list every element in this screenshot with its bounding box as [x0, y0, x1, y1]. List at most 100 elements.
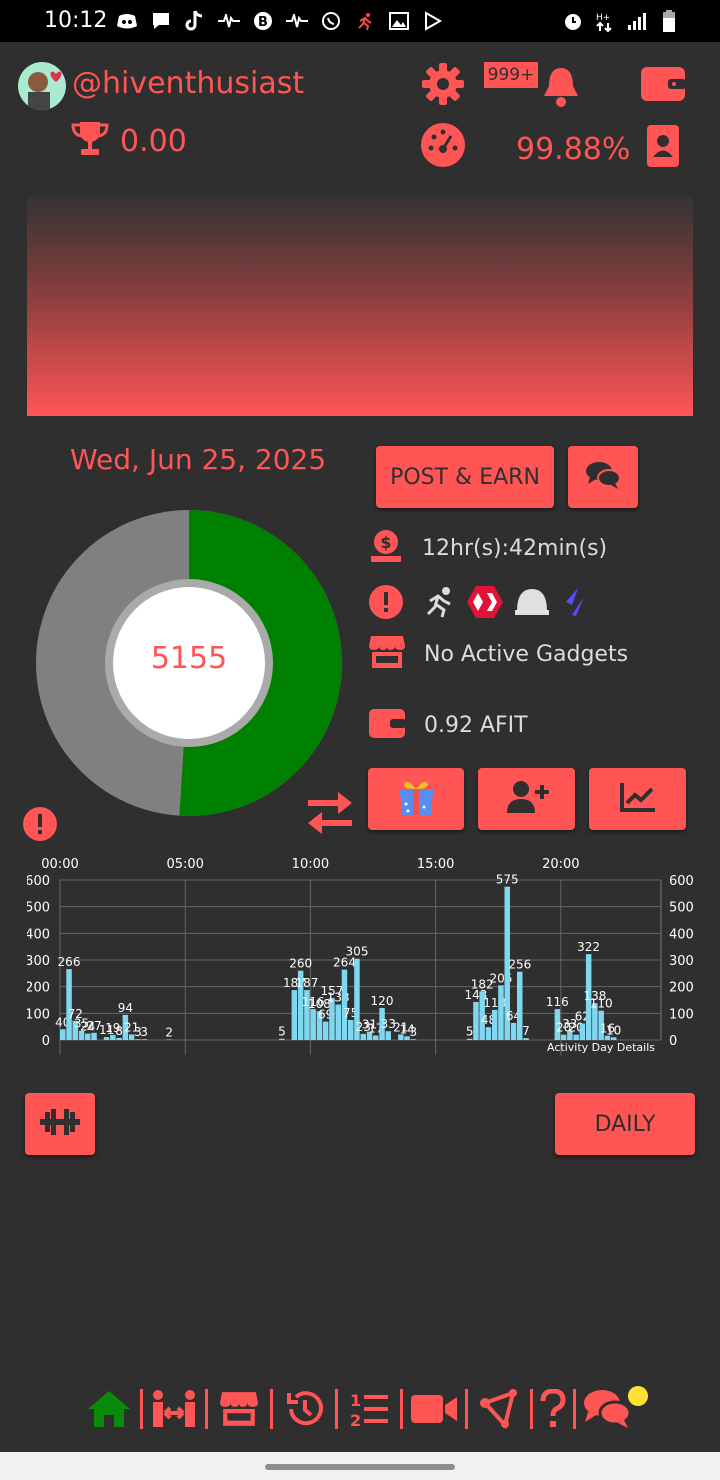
chat-icon: [585, 460, 621, 494]
bottom-nav: 12: [78, 1384, 638, 1434]
chart-bar: [291, 990, 298, 1040]
gadgets-status: No Active Gadgets: [424, 641, 629, 667]
home-pill[interactable]: [265, 1464, 455, 1470]
swap-icon[interactable]: [306, 790, 354, 840]
chart-bar: [85, 1033, 91, 1040]
chart-bar-label: 5: [278, 1025, 286, 1039]
chart-bar-label: 266: [58, 955, 81, 969]
chart-bar: [410, 1039, 417, 1040]
gift-button[interactable]: [368, 768, 464, 830]
chart-bar: [579, 1023, 586, 1040]
hive-icon[interactable]: [466, 585, 504, 623]
chart-bar: [348, 1020, 354, 1040]
promo-banner[interactable]: [27, 196, 693, 416]
y-tick-label-left: 100: [27, 1007, 50, 1022]
y-tick-label-right: 100: [669, 1007, 693, 1022]
chart-alert-icon[interactable]: [22, 806, 58, 846]
chart-bar: [373, 1035, 379, 1040]
y-tick-label-left: 500: [27, 901, 50, 916]
play-store-icon: [422, 10, 444, 32]
help-icon[interactable]: [533, 1384, 573, 1434]
chart-bar: [135, 1039, 141, 1040]
chart-bar: [103, 1037, 110, 1040]
workout-button[interactable]: [25, 1093, 95, 1155]
gift-icon: [396, 777, 436, 821]
chart-bar: [573, 1034, 579, 1040]
alarm-icon: [562, 10, 584, 32]
history-icon[interactable]: [273, 1384, 335, 1434]
store-nav-icon[interactable]: [208, 1384, 270, 1434]
gear-icon[interactable]: [420, 61, 466, 111]
chart-bar: [360, 1033, 366, 1040]
video-icon[interactable]: [403, 1384, 465, 1434]
whatsapp-icon: [320, 10, 342, 32]
gadgets-row: No Active Gadgets: [368, 634, 628, 674]
chart-bar-label: 116: [546, 995, 569, 1009]
post-earn-button[interactable]: POST & EARN: [376, 446, 554, 508]
gauge-icon[interactable]: [420, 122, 466, 172]
y-tick-label-right: 500: [669, 901, 693, 916]
helmet-icon[interactable]: [514, 585, 550, 623]
y-tick-label-left: 400: [27, 927, 50, 942]
store-icon[interactable]: [368, 634, 406, 674]
activity-chart[interactable]: 0 0 100 100 200 200 300 300 400 400 500 500 600 600 00…: [25, 850, 694, 1060]
svg-text:B: B: [258, 15, 268, 30]
chart-bar: [341, 969, 348, 1040]
id-card-icon[interactable]: [646, 124, 680, 172]
y-tick-label-left: 300: [27, 954, 50, 969]
x-tick-label: 15:00: [417, 857, 454, 872]
chart-bar-label: 187: [295, 976, 318, 990]
image-icon: [388, 10, 410, 32]
system-home-bar: [0, 1452, 720, 1480]
chart-bar-label: 110: [590, 997, 613, 1011]
strava-icon[interactable]: [560, 585, 592, 623]
trophy-value: 0.00: [120, 123, 187, 159]
efficiency-value: 99.88%: [516, 132, 631, 167]
y-tick-label-right: 200: [669, 981, 693, 996]
chart-bar: [560, 1034, 567, 1040]
alert-icon[interactable]: [368, 584, 404, 624]
x-tick-label: 10:00: [292, 857, 329, 872]
username[interactable]: @hiventhusiast: [72, 66, 304, 101]
add-user-icon: [505, 779, 549, 819]
chart-bar: [141, 1039, 147, 1040]
chart-bar: [498, 985, 504, 1040]
bell-icon[interactable]: [540, 64, 582, 112]
chart-bar-label: 94: [118, 1001, 133, 1015]
avatar[interactable]: [18, 62, 66, 110]
leaderboard-icon[interactable]: 12: [338, 1384, 400, 1434]
challenge-icon[interactable]: [143, 1384, 205, 1434]
pulse-icon: [218, 10, 240, 32]
stats-button[interactable]: [589, 768, 686, 830]
chart-bar-label: 10: [606, 1023, 621, 1037]
chart-bar: [335, 1004, 341, 1040]
wallet-icon[interactable]: [640, 63, 686, 107]
message-icon: [150, 10, 172, 32]
add-user-button[interactable]: [478, 768, 575, 830]
chart-bar-label: 7: [522, 1024, 530, 1038]
trophy-score: 0.00: [70, 120, 187, 162]
trophy-icon: [70, 120, 110, 162]
chart-bar: [60, 1029, 66, 1040]
chart-bar-label: 575: [496, 873, 519, 887]
chart-bar: [385, 1031, 391, 1040]
chart-bar: [310, 1009, 316, 1040]
chart-bar-label: 322: [577, 940, 600, 954]
wallet-icon[interactable]: [368, 706, 406, 744]
chart-bar: [610, 1037, 617, 1040]
dumbbell-icon: [40, 1107, 80, 1141]
runner-icon: [354, 10, 376, 32]
daily-button[interactable]: DAILY: [555, 1093, 695, 1155]
y-tick-label-left: 200: [27, 981, 50, 996]
svg-text:$: $: [380, 533, 391, 552]
status-time: 10:12: [44, 8, 108, 33]
share-icon[interactable]: [468, 1384, 530, 1434]
steps-count: 5155: [150, 641, 228, 676]
y-tick-label-right: 400: [669, 927, 693, 942]
runner-service-icon[interactable]: [422, 585, 456, 623]
chat-button[interactable]: [568, 446, 638, 508]
y-tick-label-right: 300: [669, 954, 693, 969]
home-icon[interactable]: [78, 1384, 140, 1434]
line-chart-icon: [619, 781, 657, 817]
y-tick-label-left: 0: [42, 1034, 50, 1049]
